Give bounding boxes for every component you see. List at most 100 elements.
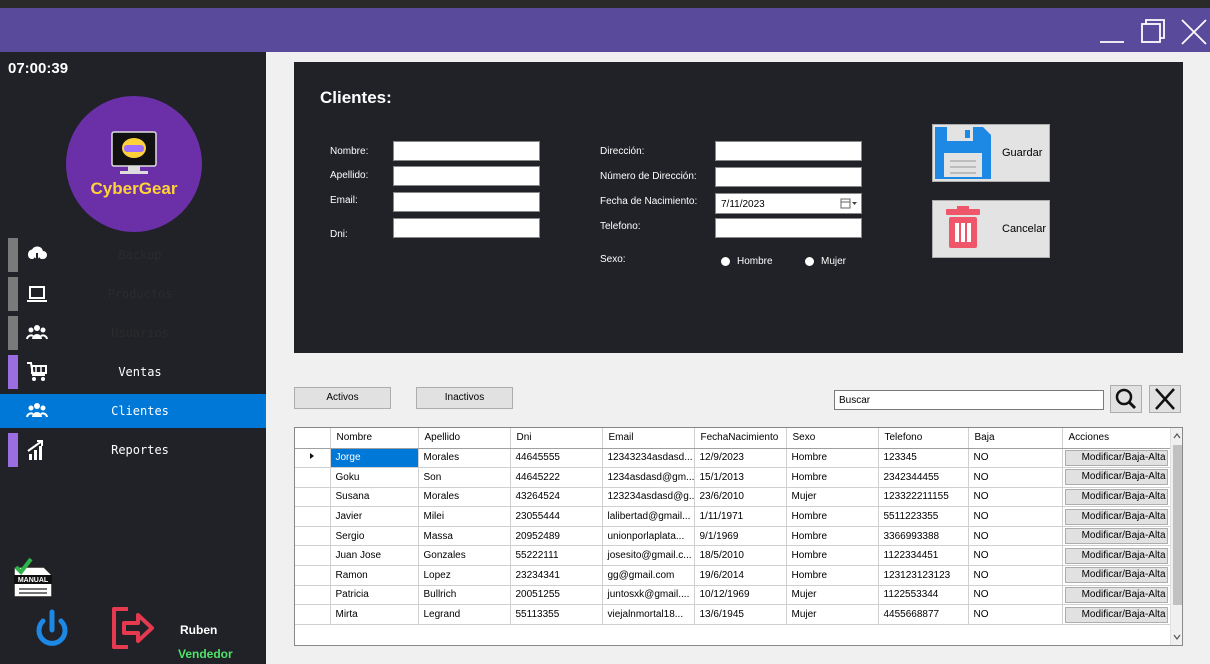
modificar-baja-alta-button[interactable]: Modificar/Baja-Alta bbox=[1064, 528, 1168, 545]
table-cell[interactable]: 123123123123 bbox=[878, 565, 969, 586]
column-header[interactable]: Nombre bbox=[330, 428, 419, 449]
table-row[interactable]: Jorge Morales 44645555 12343234asdasd... 12/… bbox=[295, 448, 1171, 469]
table-cell[interactable]: 10/12/1969 bbox=[694, 585, 787, 606]
modificar-baja-alta-button[interactable]: Modificar/Baja-Alta bbox=[1064, 508, 1168, 525]
table-cell[interactable]: 44645222 bbox=[510, 467, 603, 488]
table-cell[interactable]: 1122334451 bbox=[878, 545, 969, 567]
table-cell[interactable]: NO bbox=[968, 565, 1063, 586]
table-cell[interactable]: Massa bbox=[418, 526, 511, 547]
table-cell[interactable]: Gonzales bbox=[418, 545, 511, 567]
table-cell[interactable]: 9/1/1969 bbox=[694, 526, 787, 547]
table-cell[interactable]: 19/6/2014 bbox=[694, 565, 787, 586]
table-cell[interactable]: Mirta bbox=[330, 604, 419, 625]
table-cell[interactable]: 1122553344 bbox=[878, 585, 969, 606]
table-cell[interactable]: viejalnmortal18... bbox=[602, 604, 695, 625]
column-header[interactable]: Email bbox=[602, 428, 695, 449]
table-cell[interactable]: 5511223355 bbox=[878, 506, 969, 527]
nav-item-clientes[interactable]: Clientes bbox=[0, 394, 266, 428]
apellido-input[interactable] bbox=[393, 166, 540, 186]
scrollbar-thumb[interactable] bbox=[1173, 445, 1182, 605]
table-cell[interactable]: lalibertad@gmail... bbox=[602, 506, 695, 527]
numero-direccion-input[interactable] bbox=[715, 167, 862, 187]
table-row[interactable]: Susana Morales 43264524 123234asdasd@g... 23… bbox=[295, 487, 1171, 508]
table-scrollbar[interactable] bbox=[1170, 428, 1183, 645]
table-cell[interactable]: Mujer bbox=[786, 604, 879, 625]
table-cell[interactable]: NO bbox=[968, 448, 1063, 469]
table-row[interactable]: Sergio Massa 20952489 unionporlaplata... 9/1… bbox=[295, 526, 1171, 547]
inactivos-button[interactable]: Inactivos bbox=[416, 387, 513, 409]
table-cell[interactable]: 123322211155 bbox=[878, 487, 969, 508]
table-cell[interactable]: Juan Jose bbox=[330, 545, 419, 567]
modificar-baja-alta-button[interactable]: Modificar/Baja-Alta bbox=[1064, 469, 1168, 486]
nombre-input[interactable] bbox=[393, 141, 540, 161]
nav-item-ventas[interactable]: Ventas bbox=[0, 355, 266, 389]
clear-search-button[interactable] bbox=[1149, 385, 1181, 413]
table-cell[interactable]: NO bbox=[968, 487, 1063, 508]
direccion-input[interactable] bbox=[715, 141, 862, 161]
row-header[interactable] bbox=[295, 448, 331, 469]
table-cell[interactable]: Patricia bbox=[330, 585, 419, 606]
table-cell[interactable]: juntosxk@gmail.... bbox=[602, 585, 695, 606]
table-cell[interactable]: Ramon bbox=[330, 565, 419, 586]
table-cell[interactable]: Lopez bbox=[418, 565, 511, 586]
table-cell[interactable]: NO bbox=[968, 526, 1063, 547]
table-cell[interactable]: 23055444 bbox=[510, 506, 603, 527]
email-input[interactable] bbox=[393, 192, 540, 212]
column-header[interactable]: Apellido bbox=[418, 428, 511, 449]
column-header[interactable]: Baja bbox=[968, 428, 1063, 449]
telefono-input[interactable] bbox=[715, 218, 862, 238]
row-header[interactable] bbox=[295, 604, 331, 625]
modificar-baja-alta-button[interactable]: Modificar/Baja-Alta bbox=[1064, 567, 1168, 584]
guardar-button[interactable]: Guardar bbox=[932, 124, 1050, 182]
table-cell[interactable]: Hombre bbox=[786, 545, 879, 567]
table-cell[interactable]: 123345 bbox=[878, 448, 969, 469]
table-cell[interactable]: 123234asdasd@g... bbox=[602, 487, 695, 508]
logout-button[interactable] bbox=[106, 603, 156, 653]
table-cell[interactable]: 13/6/1945 bbox=[694, 604, 787, 625]
table-cell[interactable]: 1/11/1971 bbox=[694, 506, 787, 527]
scroll-up-icon[interactable] bbox=[1171, 430, 1183, 442]
row-header[interactable] bbox=[295, 545, 331, 567]
activos-button[interactable]: Activos bbox=[294, 387, 391, 409]
nav-item-productos[interactable]: Productos bbox=[0, 277, 266, 311]
maximize-button[interactable] bbox=[1138, 16, 1168, 46]
search-input[interactable] bbox=[834, 390, 1104, 410]
table-row[interactable]: Javier Milei 23055444 lalibertad@gmail... 1/… bbox=[295, 506, 1171, 527]
table-cell[interactable]: 55222111 bbox=[510, 545, 603, 567]
nav-item-reportes[interactable]: Reportes bbox=[0, 433, 266, 467]
table-cell[interactable]: Hombre bbox=[786, 467, 879, 488]
table-cell[interactable]: Hombre bbox=[786, 526, 879, 547]
column-header[interactable]: FechaNacimiento bbox=[694, 428, 787, 449]
table-cell[interactable]: Morales bbox=[418, 487, 511, 508]
table-cell[interactable]: Hombre bbox=[786, 565, 879, 586]
column-header[interactable]: Telefono bbox=[878, 428, 969, 449]
modificar-baja-alta-button[interactable]: Modificar/Baja-Alta bbox=[1064, 547, 1168, 564]
table-cell[interactable]: Jorge bbox=[330, 448, 419, 469]
table-cell[interactable]: 3366993388 bbox=[878, 526, 969, 547]
table-cell[interactable]: NO bbox=[968, 545, 1063, 567]
table-cell[interactable]: Bullrich bbox=[418, 585, 511, 606]
clients-table[interactable]: Nombre Apellido Dni Email FechaNacimient… bbox=[294, 427, 1183, 646]
table-cell[interactable]: 23234341 bbox=[510, 565, 603, 586]
table-cell[interactable]: 43264524 bbox=[510, 487, 603, 508]
modificar-baja-alta-button[interactable]: Modificar/Baja-Alta bbox=[1064, 488, 1168, 505]
table-cell[interactable]: NO bbox=[968, 506, 1063, 527]
hombre-radio[interactable] bbox=[721, 257, 730, 266]
scroll-down-icon[interactable] bbox=[1171, 631, 1183, 643]
table-cell[interactable]: Hombre bbox=[786, 506, 879, 527]
table-cell[interactable]: 44645555 bbox=[510, 448, 603, 469]
table-cell[interactable]: josesito@gmail.c... bbox=[602, 545, 695, 567]
table-cell[interactable]: Mujer bbox=[786, 487, 879, 508]
table-cell[interactable]: 20051255 bbox=[510, 585, 603, 606]
table-cell[interactable]: Susana bbox=[330, 487, 419, 508]
table-cell[interactable]: Milei bbox=[418, 506, 511, 527]
modificar-baja-alta-button[interactable]: Modificar/Baja-Alta bbox=[1064, 606, 1168, 623]
table-row[interactable]: Ramon Lopez 23234341 gg@gmail.com 19/6/2014 H… bbox=[295, 565, 1171, 586]
power-button[interactable] bbox=[32, 608, 72, 652]
fecha-nacimiento-picker[interactable]: 7/11/2023 bbox=[715, 193, 862, 214]
table-cell[interactable]: 2342344455 bbox=[878, 467, 969, 488]
table-row[interactable]: Juan Jose Gonzales 55222111 josesito@gmail.… bbox=[295, 545, 1171, 567]
manual-button[interactable]: MANUAL bbox=[10, 555, 56, 601]
search-button[interactable] bbox=[1110, 385, 1142, 413]
column-header[interactable]: Sexo bbox=[786, 428, 879, 449]
